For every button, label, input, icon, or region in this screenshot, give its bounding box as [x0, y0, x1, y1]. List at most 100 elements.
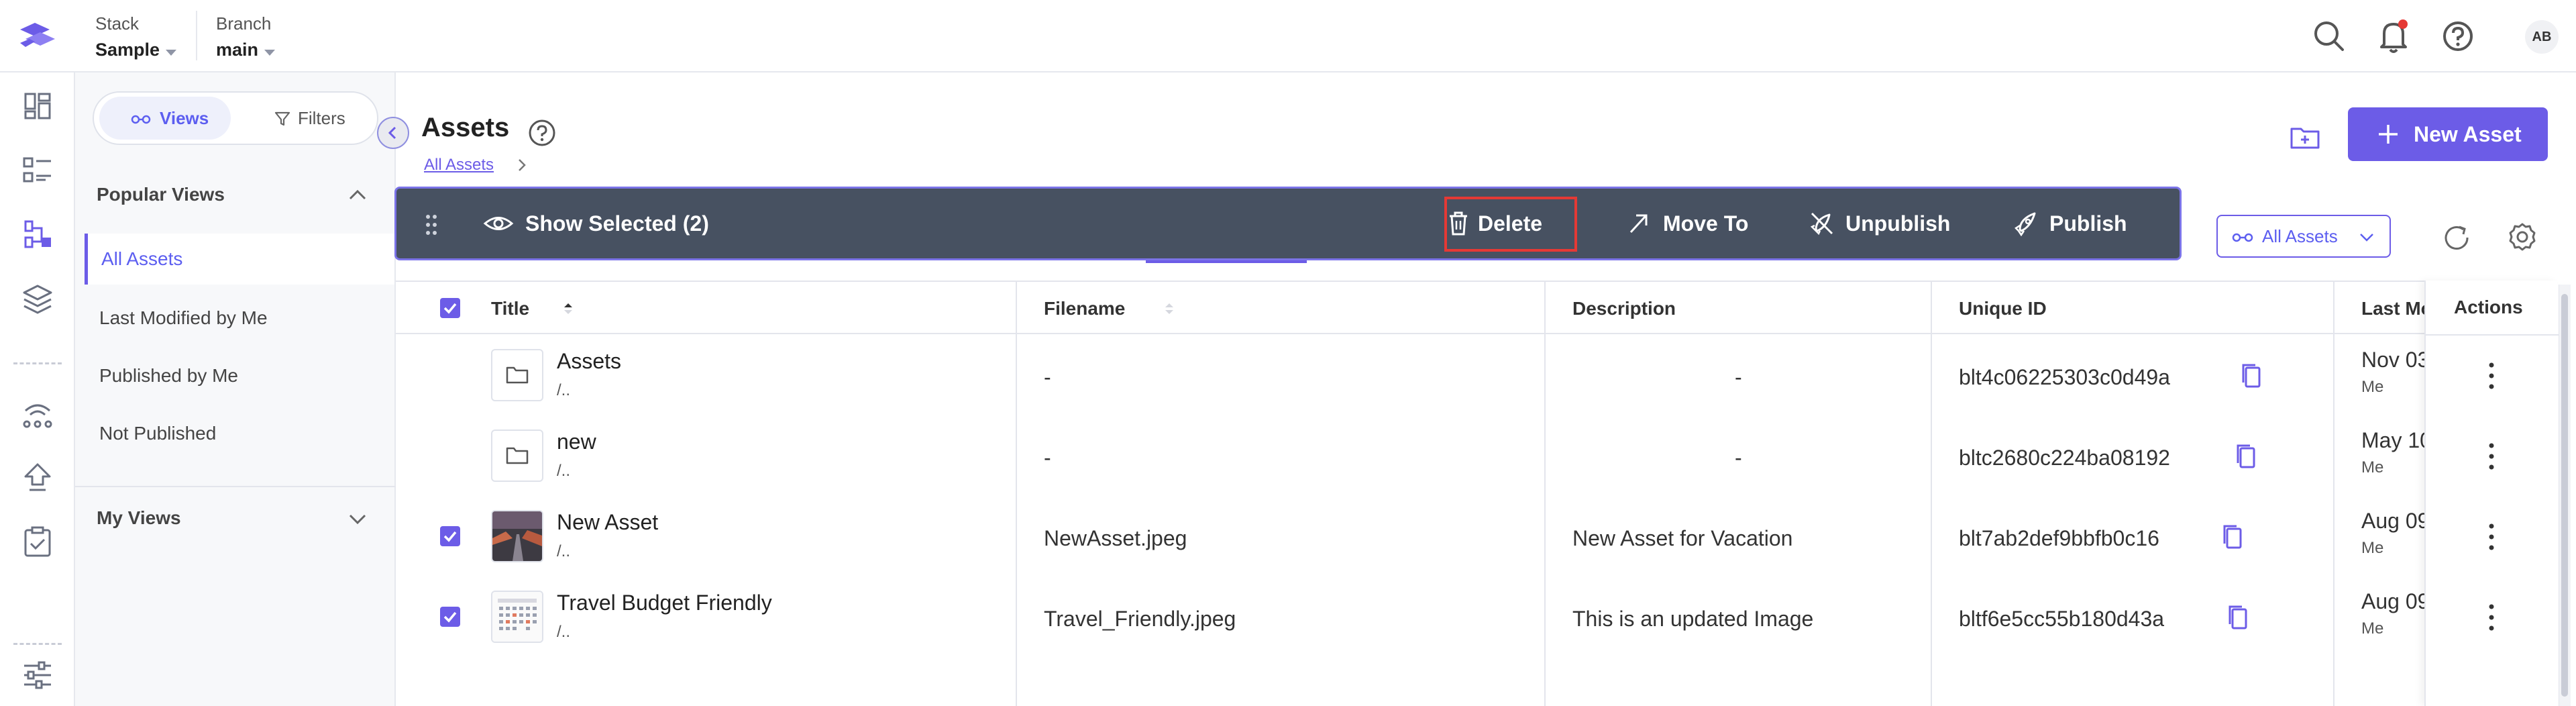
sort-icon — [1165, 303, 1173, 314]
column-last-modified[interactable]: Last Mo — [2361, 298, 2424, 319]
stack-layers-icon[interactable] — [19, 281, 56, 318]
asset-title[interactable]: new — [557, 430, 596, 454]
stack-selector[interactable]: Stack Sample — [95, 13, 177, 60]
unpublish-label: Unpublish — [1845, 211, 1951, 236]
asset-last-modified: Aug 09 Me — [2361, 509, 2424, 558]
settings-sliders-icon[interactable] — [19, 656, 56, 694]
refresh-icon[interactable] — [2438, 219, 2475, 256]
folder-icon — [506, 447, 529, 464]
drag-handle-icon[interactable] — [423, 211, 439, 238]
table-row[interactable]: Assets /.. - - blt4c06225303c0d49a Nov 0… — [396, 334, 2557, 415]
unpublish-button[interactable]: Unpublish — [1809, 189, 1950, 258]
folder-thumbnail — [491, 430, 543, 482]
user-avatar[interactable]: AB — [2525, 20, 2559, 54]
collapse-panel-button[interactable] — [377, 117, 409, 149]
chevron-down-icon — [2360, 234, 2373, 242]
copy-icon[interactable] — [2219, 522, 2246, 552]
active-tab-indicator — [1146, 260, 1307, 263]
copy-icon[interactable] — [2238, 361, 2265, 391]
delete-label: Delete — [1478, 211, 1543, 236]
checkmark-icon — [443, 303, 457, 314]
asset-view-dropdown[interactable]: All Assets — [2216, 215, 2391, 258]
column-actions: Actions — [2454, 297, 2523, 317]
asset-description: - — [1735, 365, 1742, 389]
asset-title[interactable]: Assets — [557, 349, 621, 374]
kebab-menu-icon[interactable] — [2478, 600, 2505, 635]
help-icon[interactable] — [2436, 15, 2479, 58]
connectivity-icon[interactable] — [19, 395, 56, 432]
asset-description: - — [1735, 446, 1742, 470]
publish-button[interactable]: Publish — [2013, 189, 2127, 258]
chevron-down-icon[interactable] — [347, 513, 368, 526]
assets-table: Title Filename Description Unique ID Las… — [396, 281, 2559, 706]
views-side-panel: Views Filters Popular Views All Assets L… — [75, 72, 396, 706]
row-checkbox[interactable] — [440, 607, 460, 627]
notification-bell-icon[interactable] — [2372, 15, 2415, 58]
asset-title[interactable]: Travel Budget Friendly — [557, 591, 772, 615]
asset-path: /.. — [557, 462, 571, 480]
divider — [2426, 334, 2559, 336]
checkmark-icon — [443, 531, 457, 542]
tasks-checklist-icon[interactable] — [19, 523, 56, 561]
column-description[interactable]: Description — [1572, 298, 1676, 319]
asset-uid: bltc2680c224ba08192 — [1959, 446, 2170, 470]
select-all-checkbox[interactable] — [440, 298, 460, 318]
trash-icon — [1450, 211, 1467, 236]
gear-icon[interactable] — [2504, 219, 2541, 256]
kebab-menu-icon[interactable] — [2478, 439, 2505, 474]
content-entries-icon[interactable] — [19, 152, 56, 189]
modified-date: May 10 — [2361, 428, 2424, 452]
column-filename[interactable]: Filename — [1044, 298, 1173, 319]
assets-icon[interactable] — [19, 216, 56, 254]
asset-path: /.. — [557, 623, 571, 641]
asset-last-modified: May 10 Me — [2361, 428, 2424, 477]
popular-view-not-published[interactable]: Not Published — [99, 423, 216, 444]
publish-rocket-icon — [2015, 212, 2036, 236]
modified-date: Nov 03 — [2361, 348, 2424, 372]
filters-tab[interactable]: Filters — [240, 97, 372, 140]
vertical-scrollbar-thumb[interactable] — [2561, 294, 2568, 697]
dashboard-icon[interactable] — [19, 87, 56, 125]
column-title[interactable]: Title — [491, 298, 572, 319]
app-root: Stack Sample Branch main AB Views Filter… — [0, 0, 2576, 706]
show-selected-label: Show Selected (2) — [525, 211, 709, 236]
chevron-down-icon — [264, 50, 276, 56]
delete-button[interactable]: Delete — [1447, 189, 1542, 258]
copy-icon[interactable] — [2233, 442, 2259, 471]
copy-icon[interactable] — [2224, 603, 2251, 632]
table-row[interactable]: New Asset /.. NewAsset.jpeg New Asset fo… — [396, 495, 2557, 576]
asset-filename: Travel_Friendly.jpeg — [1044, 607, 1236, 631]
app-logo-icon[interactable] — [15, 19, 60, 54]
row-checkbox[interactable] — [440, 526, 460, 546]
popular-view-all-assets[interactable]: All Assets — [85, 234, 394, 285]
search-icon[interactable] — [2308, 15, 2351, 58]
kebab-menu-icon[interactable] — [2478, 358, 2505, 393]
asset-uid: blt4c06225303c0d49a — [1959, 365, 2170, 389]
views-filters-toggle: Views Filters — [93, 91, 378, 145]
new-folder-icon[interactable] — [2285, 117, 2325, 157]
stack-label: Stack — [95, 13, 140, 34]
show-selected-button[interactable]: Show Selected (2) — [482, 189, 709, 258]
popular-view-last-modified[interactable]: Last Modified by Me — [99, 307, 268, 329]
kebab-menu-icon[interactable] — [2478, 519, 2505, 554]
asset-filename: - — [1044, 446, 1051, 470]
move-to-label: Move To — [1663, 211, 1749, 236]
views-tab[interactable]: Views — [99, 97, 231, 140]
breadcrumb-all-assets[interactable]: All Assets — [424, 156, 494, 174]
table-row[interactable]: new /.. - - bltc2680c224ba08192 May 10 M… — [396, 415, 2557, 495]
chevron-down-icon — [166, 50, 177, 56]
column-unique-id[interactable]: Unique ID — [1959, 298, 2047, 319]
table-row[interactable]: Travel Budget Friendly /.. Travel_Friend… — [396, 576, 2557, 656]
deploy-upload-icon[interactable] — [19, 459, 56, 497]
column-filename-label: Filename — [1044, 298, 1126, 319]
popular-view-published-by-me[interactable]: Published by Me — [99, 365, 238, 387]
column-title-label: Title — [491, 298, 530, 319]
asset-path: /.. — [557, 381, 571, 399]
new-asset-button[interactable]: New Asset — [2348, 107, 2548, 161]
branch-selector[interactable]: Branch main — [216, 13, 276, 60]
chevron-up-icon[interactable] — [347, 188, 368, 201]
help-icon[interactable] — [527, 118, 557, 148]
new-asset-label: New Asset — [2414, 122, 2522, 146]
move-to-button[interactable]: Move To — [1627, 189, 1748, 258]
asset-title[interactable]: New Asset — [557, 510, 658, 535]
